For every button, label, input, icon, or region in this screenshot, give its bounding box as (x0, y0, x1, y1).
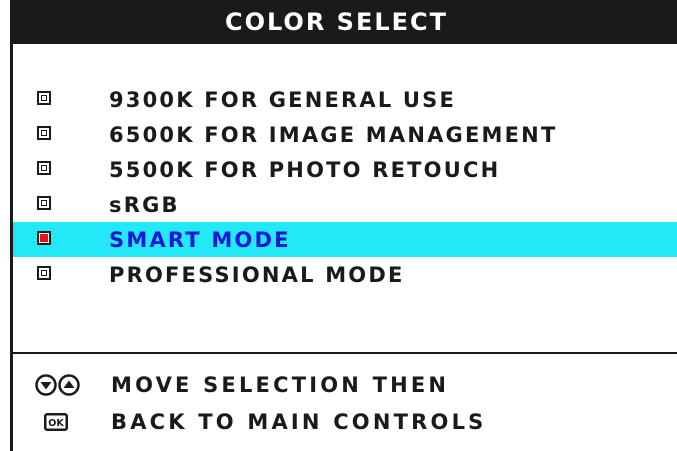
menu-item-label: 6500K FOR IMAGE MANAGEMENT (109, 122, 558, 147)
color-select-osd: COLOR SELECT 9300K FOR GENERAL USE 6500K… (0, 0, 677, 451)
checkbox-empty-icon (37, 91, 51, 105)
menu-item-9300k[interactable]: 9300K FOR GENERAL USE (13, 82, 677, 117)
hint-back-to-main: OK BACK TO MAIN CONTROLS (13, 405, 677, 439)
menu-item-srgb[interactable]: sRGB (13, 187, 677, 222)
ok-button-icon: OK (44, 413, 68, 431)
hint-text-line1: MOVE SELECTION THEN (111, 373, 450, 397)
hint-move-selection: MOVE SELECTION THEN (13, 368, 677, 402)
hint-text-line2: BACK TO MAIN CONTROLS (111, 410, 487, 434)
menu-item-label: sRGB (109, 192, 180, 217)
down-arrow-button-icon (35, 374, 57, 396)
color-options-menu: 9300K FOR GENERAL USE 6500K FOR IMAGE MA… (13, 82, 677, 292)
checkbox-selected-icon (37, 231, 51, 245)
menu-item-5500k[interactable]: 5500K FOR PHOTO RETOUCH (13, 152, 677, 187)
menu-item-label: 5500K FOR PHOTO RETOUCH (109, 157, 501, 182)
up-arrow-button-icon (58, 374, 80, 396)
checkbox-empty-icon (37, 161, 51, 175)
ok-key-label: OK (48, 418, 64, 429)
checkbox-empty-icon (37, 196, 51, 210)
menu-item-professional-mode[interactable]: PROFESSIONAL MODE (13, 257, 677, 292)
menu-item-label: PROFESSIONAL MODE (109, 262, 405, 287)
menu-item-label: SMART MODE (109, 227, 291, 252)
checkbox-empty-icon (37, 126, 51, 140)
page-title: COLOR SELECT (224, 8, 449, 36)
menu-item-smart-mode[interactable]: SMART MODE (13, 222, 677, 257)
menu-item-6500k[interactable]: 6500K FOR IMAGE MANAGEMENT (13, 117, 677, 152)
checkbox-empty-icon (37, 266, 51, 280)
menu-item-label: 9300K FOR GENERAL USE (109, 87, 457, 112)
title-bar: COLOR SELECT (10, 0, 677, 44)
divider (10, 352, 677, 354)
